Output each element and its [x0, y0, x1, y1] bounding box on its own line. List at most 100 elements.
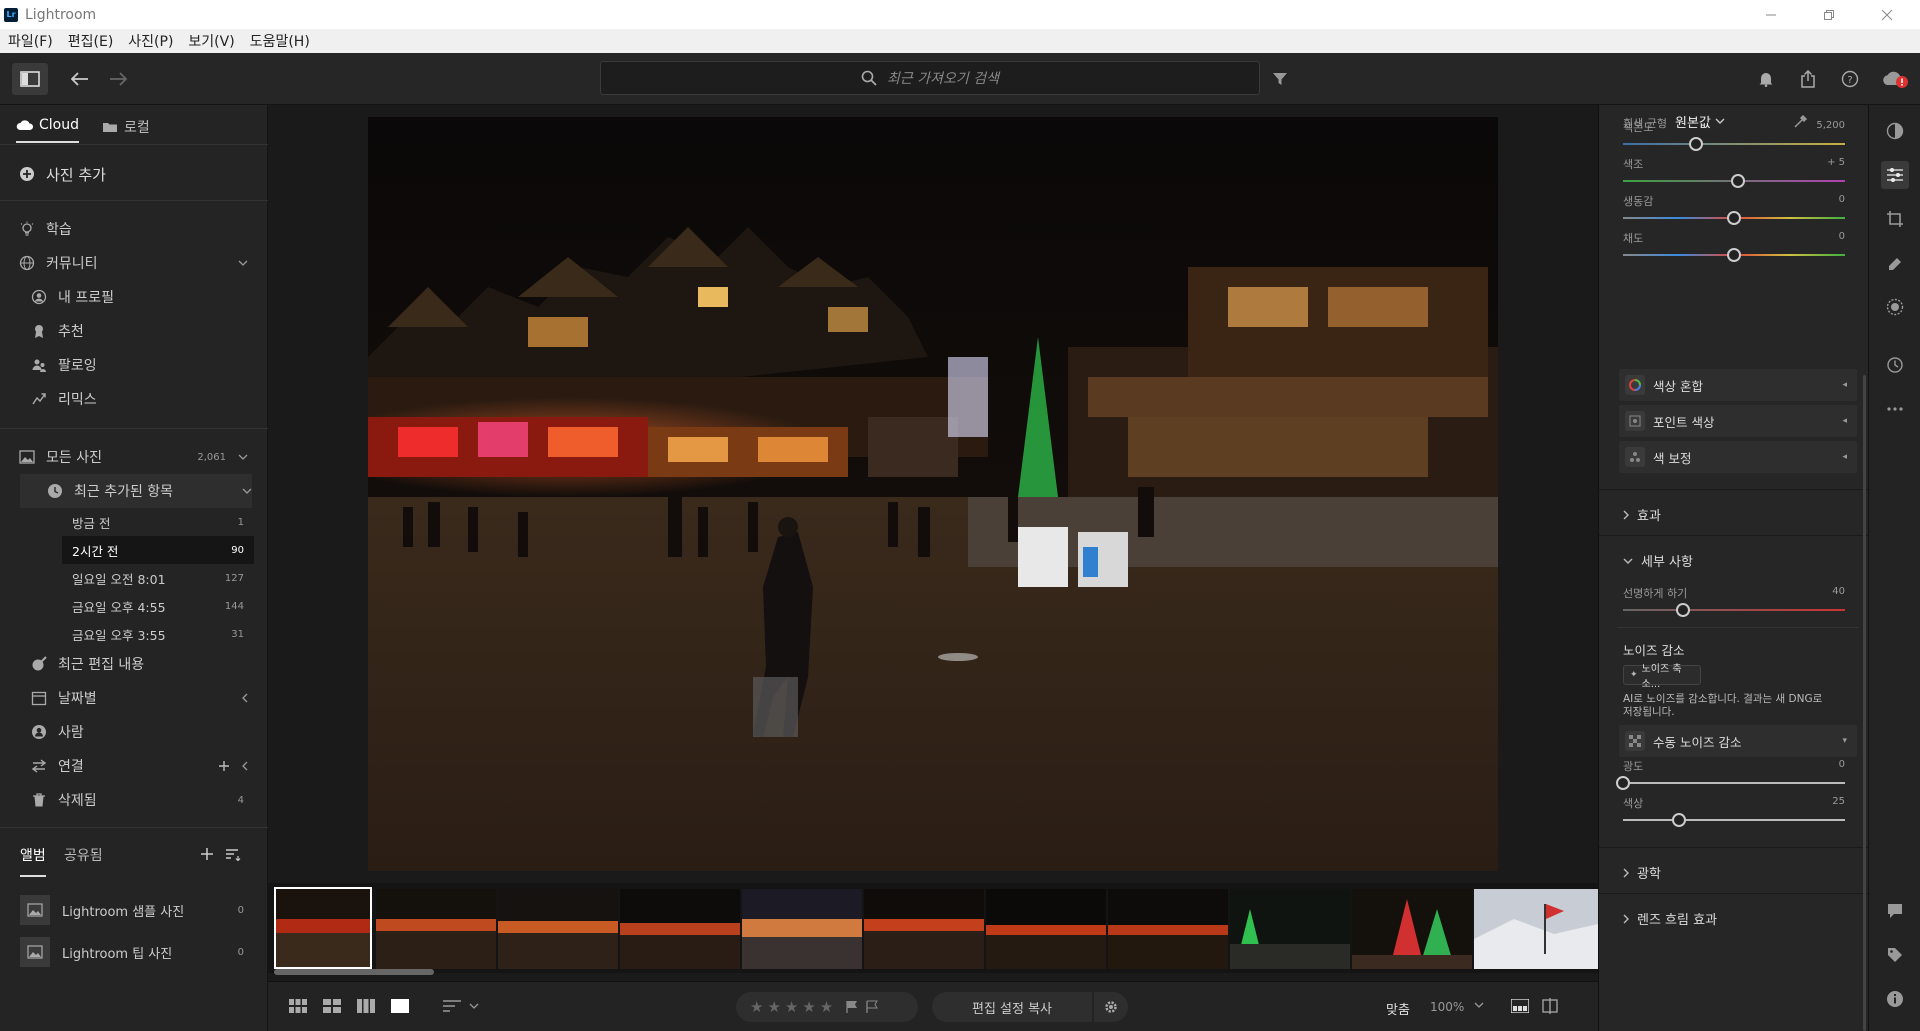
filmstrip-thumb[interactable] [742, 889, 862, 969]
presets-icon[interactable] [1881, 117, 1909, 145]
filter-icon[interactable] [1266, 65, 1294, 93]
chevron-down-icon[interactable] [1474, 1002, 1484, 1008]
album-item[interactable]: Lightroom 팁 사진 0 [0, 935, 268, 969]
slider-track[interactable] [1616, 776, 1845, 790]
sidebar-item-all-photos[interactable]: 모든 사진 2,061 [0, 440, 268, 474]
denoise-button[interactable]: ✦ 노이즈 축소... [1623, 664, 1701, 690]
sidebar-item-featured[interactable]: 추천 [0, 314, 268, 348]
sidebar-item-connections[interactable]: 연결 [0, 749, 268, 783]
slider-knob[interactable] [1731, 174, 1746, 188]
menu-edit[interactable]: 편집(E) [68, 31, 114, 51]
slider-value[interactable]: 40 [1795, 586, 1845, 597]
compare-icon[interactable] [1538, 994, 1562, 1018]
panel-toggle-icon[interactable] [12, 63, 48, 95]
slider-value[interactable]: 0 [1795, 231, 1845, 242]
close-button[interactable] [1864, 0, 1910, 29]
slider-knob[interactable] [1727, 248, 1741, 262]
sort-lines-icon[interactable] [440, 994, 464, 1018]
edit-sliders-icon[interactable] [1881, 161, 1909, 189]
slider-value[interactable]: 0 [1795, 759, 1845, 770]
star-rating[interactable]: ★★★★★ [750, 998, 837, 1016]
tab-albums[interactable]: 앨범 [20, 845, 46, 877]
slider-value[interactable]: + 5 [1795, 157, 1845, 168]
filmstrip-thumb[interactable] [986, 889, 1106, 969]
chevron-left-icon[interactable] [242, 693, 248, 703]
healing-icon[interactable] [1881, 249, 1909, 277]
filmstrip-toggle-icon[interactable] [1508, 994, 1532, 1018]
tag-icon[interactable] [1881, 941, 1909, 969]
tab-shared[interactable]: 공유됨 [64, 845, 103, 865]
share-icon[interactable] [1794, 65, 1822, 93]
slider-knob[interactable] [1671, 813, 1686, 827]
info-icon[interactable] [1881, 985, 1909, 1013]
chevron-down-icon[interactable] [1715, 118, 1725, 124]
comment-icon[interactable] [1881, 897, 1909, 925]
bell-icon[interactable] [1752, 65, 1780, 93]
slider-value[interactable]: 25 [1795, 796, 1845, 807]
menu-help[interactable]: 도움말(H) [250, 31, 310, 51]
history-icon[interactable] [1881, 351, 1909, 379]
more-icon[interactable] [1881, 395, 1909, 423]
copy-edit-settings-button[interactable]: 편집 설정 복사 [932, 992, 1092, 1022]
filmstrip-thumb[interactable] [1108, 889, 1228, 969]
add-photos-button[interactable]: 사진 추가 [0, 157, 268, 191]
add-album-icon[interactable] [198, 845, 216, 863]
restore-button[interactable] [1806, 0, 1852, 29]
white-balance-select[interactable]: 원본값 [1675, 112, 1711, 131]
sidebar-item-following[interactable]: 팔로잉 [0, 348, 268, 382]
filmstrip-thumb[interactable] [498, 889, 618, 969]
filmstrip-scrollbar[interactable] [274, 969, 434, 975]
slider-track[interactable] [1623, 174, 1845, 188]
sidebar-item-people[interactable]: 사람 [0, 715, 268, 749]
sidebar-item-recent-edits[interactable]: 최근 편집 내용 [0, 647, 268, 681]
menu-view[interactable]: 보기(V) [188, 31, 234, 51]
chevron-left-icon[interactable] [242, 761, 248, 771]
single-view-icon[interactable] [388, 994, 412, 1018]
flag-pick-icon[interactable] [845, 1000, 859, 1014]
sidebar-item-my-profile[interactable]: 내 프로필 [0, 280, 268, 314]
chevron-down-icon[interactable] [242, 488, 252, 494]
square-grid-icon[interactable] [286, 994, 310, 1018]
slider-track[interactable] [1623, 813, 1845, 827]
photo-grid-icon[interactable] [320, 994, 344, 1018]
filmstrip-thumb[interactable] [1230, 889, 1350, 969]
filmstrip-thumb[interactable] [1352, 889, 1472, 969]
manual-noise-row[interactable]: 수동 노이즈 감소 ▾ [1619, 725, 1857, 757]
slider-track[interactable] [1623, 137, 1845, 151]
crop-icon[interactable] [1881, 205, 1909, 233]
masking-icon[interactable] [1881, 293, 1909, 321]
filmstrip-thumb[interactable] [620, 889, 740, 969]
menu-file[interactable]: 파일(F) [8, 31, 53, 51]
tab-cloud[interactable]: Cloud [16, 117, 79, 143]
slider-value[interactable]: 5,200 [1795, 120, 1845, 131]
minimize-button[interactable] [1748, 0, 1794, 29]
recent-item[interactable]: 금요일 오후 3:55 31 [62, 620, 254, 648]
color-grading-row[interactable]: 색 보정 ◂ [1619, 441, 1857, 473]
gear-icon[interactable] [1094, 992, 1128, 1022]
zoom-level[interactable]: 100% [1430, 1000, 1464, 1014]
recent-item[interactable]: 금요일 오후 4:55 144 [62, 592, 254, 620]
point-color-row[interactable]: 포인트 색상 ◂ [1619, 405, 1857, 437]
search-box[interactable]: 최근 가져오기 검색 [600, 61, 1260, 95]
filmstrip-thumb[interactable] [1474, 889, 1598, 969]
sidebar-item-deleted[interactable]: 삭제됨 4 [0, 783, 268, 817]
recent-item[interactable]: 일요일 오전 8:01 127 [62, 564, 254, 592]
detail-section-header[interactable]: 세부 사항 [1623, 551, 1693, 570]
slider-knob[interactable] [1727, 211, 1741, 225]
slider-track[interactable] [1623, 211, 1845, 225]
forward-arrow-icon[interactable] [104, 65, 132, 93]
cloud-sync-icon[interactable] [1880, 65, 1910, 93]
chevron-down-icon[interactable] [466, 994, 482, 1018]
plus-icon[interactable] [218, 760, 230, 772]
menu-photo[interactable]: 사진(P) [128, 31, 173, 51]
fit-zoom-button[interactable]: 맞춤 [1386, 999, 1410, 1018]
optics-section-header[interactable]: 광학 [1623, 863, 1661, 882]
lens-blur-section-header[interactable]: 렌즈 흐림 효과 [1623, 909, 1717, 928]
album-item[interactable]: Lightroom 샘플 사진 0 [0, 893, 268, 927]
filmstrip-thumb[interactable] [864, 889, 984, 969]
sidebar-item-remix[interactable]: 리믹스 [0, 382, 268, 416]
slider-knob[interactable] [1689, 137, 1704, 151]
slider-knob[interactable] [1616, 776, 1630, 790]
sort-icon[interactable] [224, 845, 242, 863]
flag-reject-icon[interactable] [865, 1000, 879, 1014]
